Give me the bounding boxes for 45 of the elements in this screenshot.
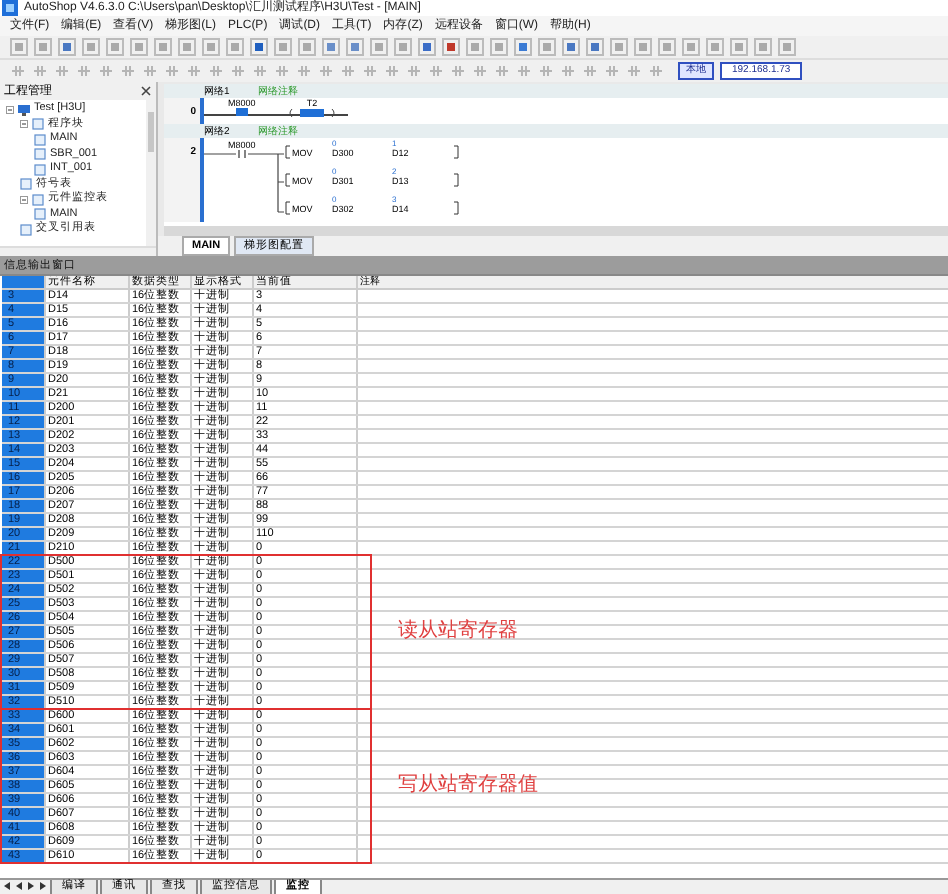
ladder-tool-icon[interactable] bbox=[230, 64, 246, 78]
ladder-tool-icon[interactable] bbox=[340, 64, 356, 78]
ladder-tool-icon[interactable] bbox=[186, 64, 202, 78]
ladder-tool-icon[interactable] bbox=[582, 64, 598, 78]
ladder-tool-icon[interactable] bbox=[252, 64, 268, 78]
ladder-tool-icon[interactable] bbox=[560, 64, 576, 78]
scrollbar[interactable] bbox=[146, 100, 156, 246]
ladder-tool-icon[interactable] bbox=[450, 64, 466, 78]
ladder-tool-icon[interactable] bbox=[142, 64, 158, 78]
ladder-tool-icon[interactable] bbox=[98, 64, 114, 78]
header-corner[interactable] bbox=[2, 276, 46, 288]
ladder-tool-icon[interactable] bbox=[406, 64, 422, 78]
ladder-tool-icon[interactable] bbox=[76, 64, 92, 78]
ladder-tool-icon[interactable] bbox=[538, 64, 554, 78]
ladder-tool-icon[interactable] bbox=[318, 64, 334, 78]
ladder-tool-icon[interactable] bbox=[274, 64, 290, 78]
monitor-icon bbox=[18, 103, 30, 116]
scrollbar[interactable] bbox=[164, 226, 948, 236]
ladder-tool-icon[interactable] bbox=[626, 64, 642, 78]
app-icon bbox=[2, 0, 18, 16]
ladder-tool-icon[interactable] bbox=[472, 64, 488, 78]
ladder-tool-icon[interactable] bbox=[164, 64, 180, 78]
ladder-tool-icon[interactable] bbox=[54, 64, 70, 78]
collapse-icon[interactable] bbox=[6, 105, 14, 114]
collapse-icon[interactable] bbox=[20, 120, 28, 129]
close-icon[interactable] bbox=[140, 86, 152, 96]
contact[interactable] bbox=[235, 150, 248, 158]
annotation: 写从站寄存器值 bbox=[398, 774, 538, 798]
scrollbar[interactable] bbox=[0, 246, 156, 256]
ladder-tool-icon[interactable] bbox=[362, 64, 378, 78]
ladder-tool-icon[interactable] bbox=[648, 64, 664, 78]
ladder-tool-icon[interactable] bbox=[32, 64, 48, 78]
ladder-tool-icon[interactable] bbox=[120, 64, 136, 78]
ladder-tool-icon[interactable] bbox=[604, 64, 620, 78]
collapse-icon[interactable] bbox=[20, 195, 28, 204]
contact[interactable] bbox=[235, 108, 248, 116]
ladder-tool-icon[interactable] bbox=[10, 64, 26, 78]
ladder-tool-icon[interactable] bbox=[384, 64, 400, 78]
coil[interactable] bbox=[288, 108, 336, 118]
ladder-tool-icon[interactable] bbox=[296, 64, 312, 78]
ladder-tool-icon[interactable] bbox=[516, 64, 532, 78]
ladder-tool-icon[interactable] bbox=[208, 64, 224, 78]
annotation: 读从站寄存器 bbox=[398, 620, 518, 644]
ladder-tool-icon[interactable] bbox=[494, 64, 510, 78]
ladder-tool-icon[interactable] bbox=[428, 64, 444, 78]
